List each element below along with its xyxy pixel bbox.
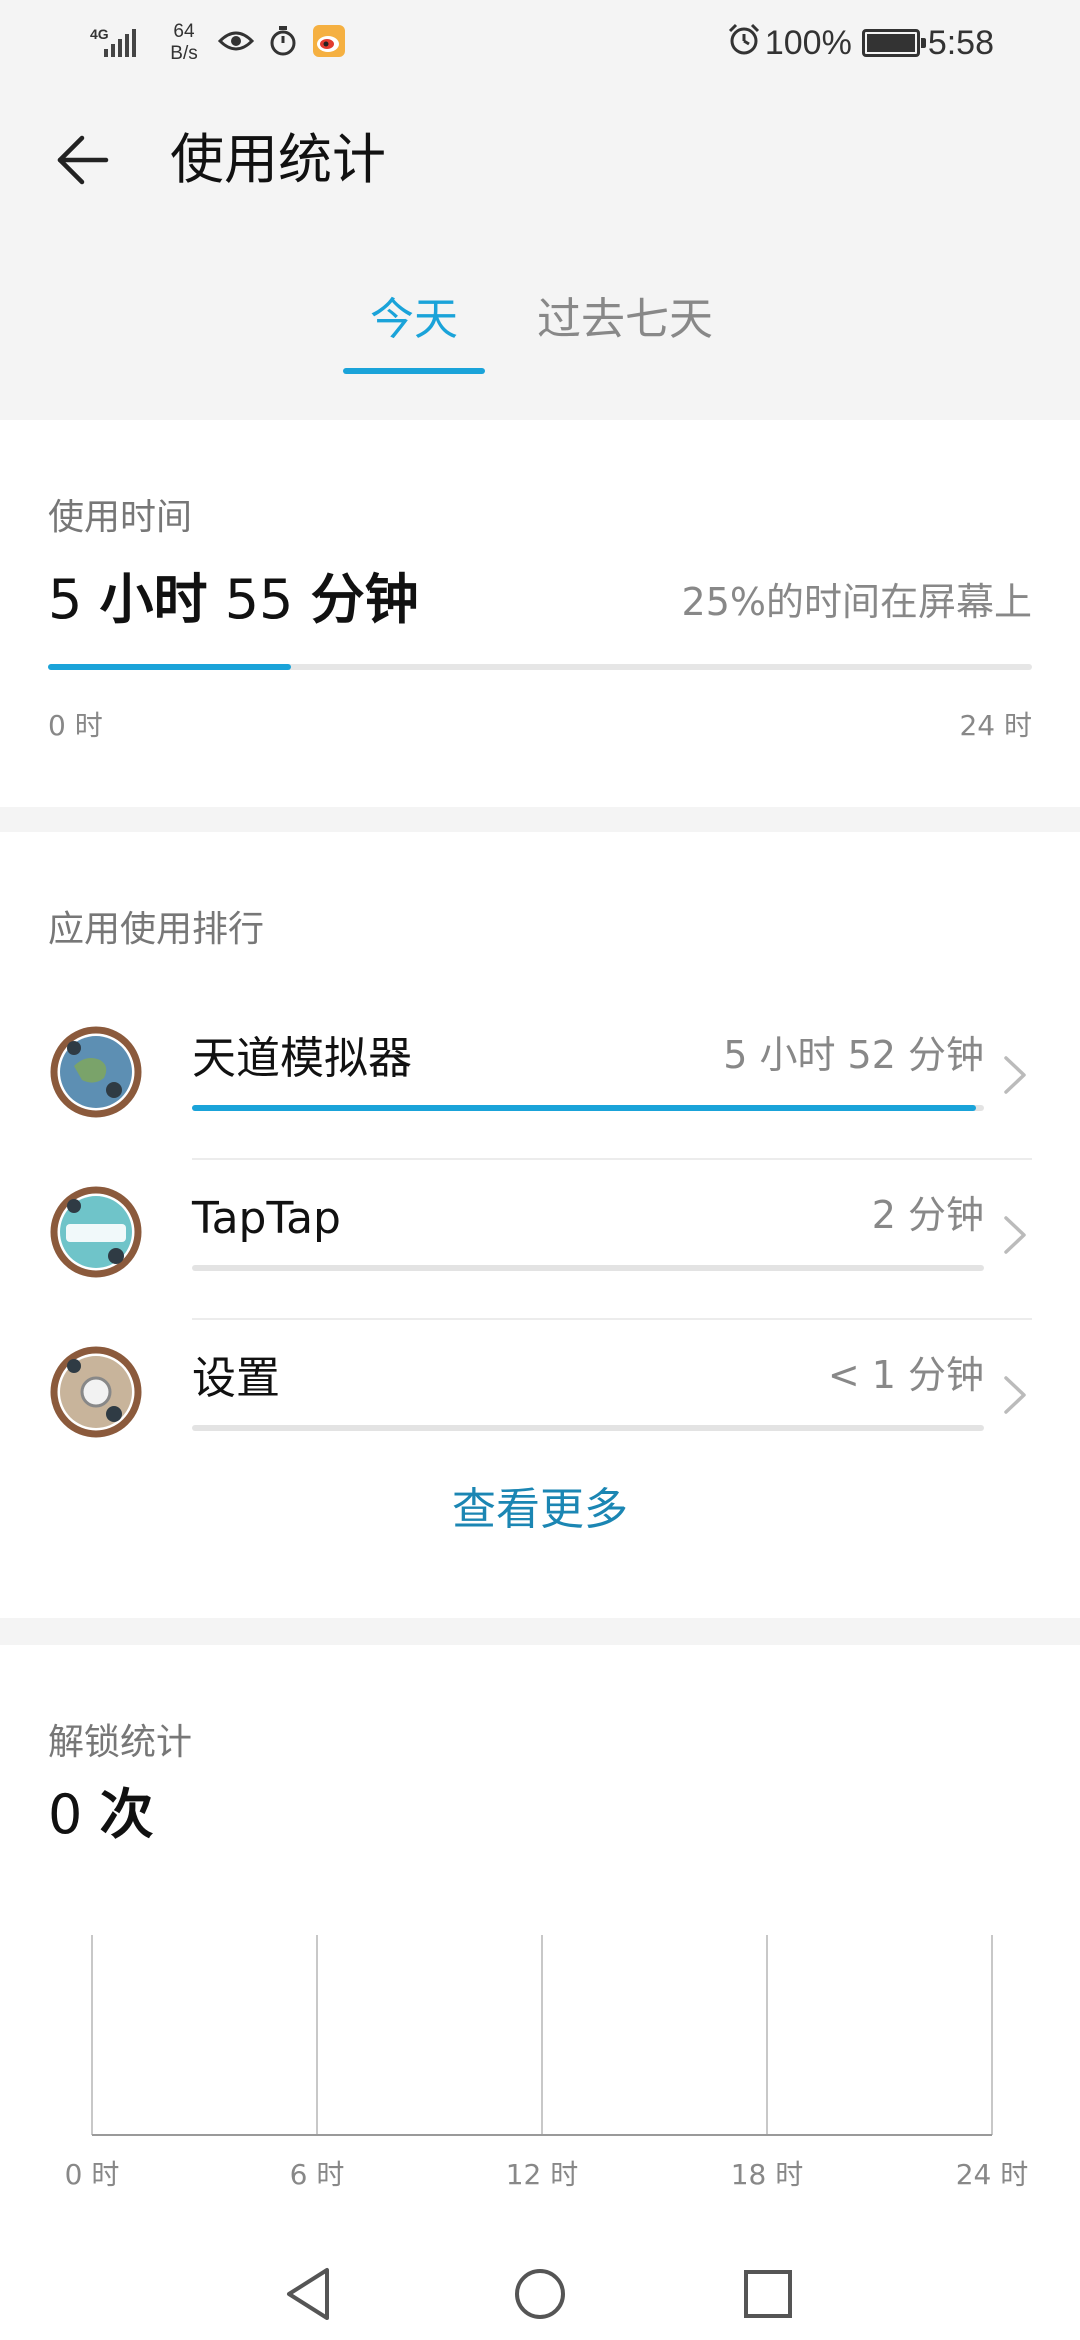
chart-tick-label: 0 时 [64,2158,120,2191]
app-name: 设置 [192,1353,280,1404]
unlock-count-value: 0 次 [48,1785,154,1845]
status-bar: 4G 64 B/s 100% 5:58 [0,0,1080,84]
nav-recents-button[interactable] [730,2256,806,2332]
app-row-settings[interactable]: 设置 < 1 分钟 [0,1320,1080,1480]
app-row-taptap[interactable]: TapTap 2 分钟 [0,1160,1080,1320]
see-more-button[interactable]: 查看更多 [0,1480,1080,1540]
signal-icon: 4G [90,23,146,63]
clock-time: 5:58 [927,23,994,62]
chevron-right-icon [1004,1216,1026,1254]
nav-home-button[interactable] [502,2256,578,2332]
weibo-icon [312,24,346,63]
chevron-right-icon [1004,1056,1026,1094]
usage-minutes-unit: 分钟 [310,568,419,631]
battery-percent: 100% [764,23,852,62]
chevron-right-icon [1004,1376,1026,1414]
unlock-stats-label: 解锁统计 [48,1722,193,1763]
chart-tick-label: 12 时 [505,2158,579,2191]
app-name: 天道模拟器 [192,1033,412,1084]
network-speed: 64 B/s [164,21,204,65]
usage-time-value: 5 小时 55 分钟 [48,570,419,630]
app-usage-track [192,1265,984,1271]
triangle-back-icon [287,2268,329,2320]
settings-app-icon [50,1346,142,1438]
tab-today[interactable]: 今天 [343,290,485,374]
circle-home-icon [515,2269,565,2319]
timer-icon [268,25,298,62]
usage-hours-unit: 小时 [99,568,208,631]
signal-bars [104,29,136,57]
battery-icon [861,29,926,57]
status-left: 4G 64 B/s [90,18,346,68]
arrow-left-icon [57,135,109,185]
usage-axis-max: 24 时 [959,709,1032,742]
app-ranking-card: 应用使用排行 天道模拟器 5 小时 52 分钟 TapTap 2 分钟 设置 <… [0,832,1080,1618]
navigation-bar [0,2240,1080,2340]
usage-time-card: 使用时间 5 小时 55 分钟 25%的时间在屏幕上 0 时 24 时 [0,420,1080,807]
app-name: TapTap [192,1193,341,1244]
app-usage-time: < 1 分钟 [827,1353,984,1397]
usage-axis-min: 0 时 [48,709,103,742]
usage-progress-track [48,664,1032,670]
eye-icon [217,27,255,60]
tab-past-seven-days[interactable]: 过去七天 [530,290,720,374]
usage-time-label: 使用时间 [48,497,193,538]
nav-back-button[interactable] [270,2256,346,2332]
unlock-count: 0 [48,1783,83,1846]
usage-progress-fill [48,664,292,670]
chart-tick-label: 18 时 [730,2158,804,2191]
unlock-count-unit: 次 [99,1783,154,1846]
tiandao-app-icon [50,1026,142,1118]
app-usage-track [192,1425,984,1431]
app-usage-fill [192,1105,977,1111]
unlock-chart [91,1935,993,2136]
page-title: 使用统计 [170,128,386,191]
app-bar: 使用统计 [0,100,1080,220]
usage-minutes: 55 [224,568,294,631]
app-usage-time: 2 分钟 [871,1193,984,1237]
tab-bar: 今天 过去七天 [0,290,1080,374]
chart-tick-label: 6 时 [289,2158,345,2191]
alarm-icon [727,22,761,65]
back-button[interactable] [44,122,120,198]
status-right: 100% 5:58 [727,18,994,68]
app-row-tiandao[interactable]: 天道模拟器 5 小时 52 分钟 [0,1000,1080,1160]
app-usage-track [192,1105,984,1111]
unlock-stats-card: 解锁统计 0 次 0 时 6 时 12 时 18 时 24 时 [0,1645,1080,2340]
network-speed-unit: B/s [170,43,198,64]
screen-time-ratio: 25%的时间在屏幕上 [681,580,1032,624]
usage-hours: 5 [48,568,83,631]
app-ranking-label: 应用使用排行 [48,909,265,950]
network-speed-value: 64 [173,21,195,42]
app-usage-time: 5 小时 52 分钟 [723,1033,984,1077]
taptap-app-icon [50,1186,142,1278]
chart-tick-label: 24 时 [955,2158,1029,2191]
square-recents-icon [744,2270,792,2318]
